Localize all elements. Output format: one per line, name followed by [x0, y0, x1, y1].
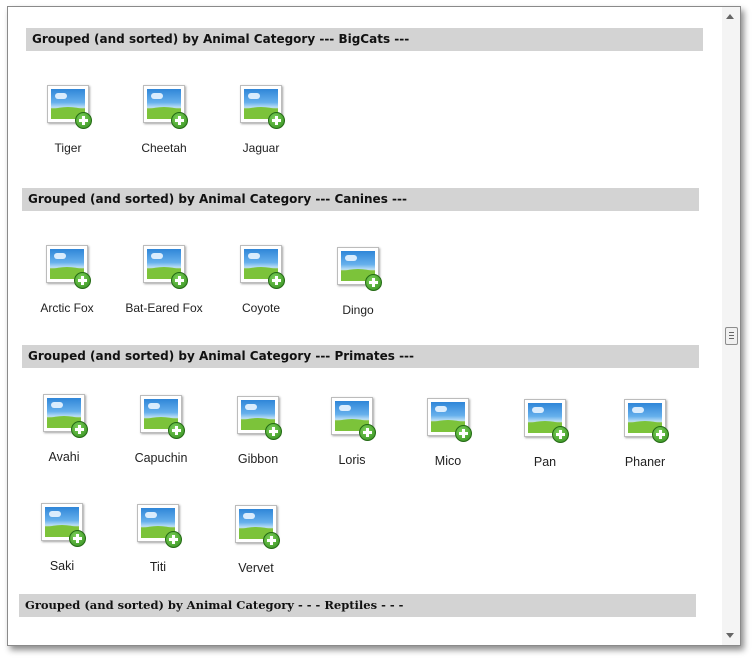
- group-header-reptiles: Grouped (and sorted) by Animal Category …: [19, 594, 696, 617]
- list-item[interactable]: Dingo: [318, 247, 398, 317]
- image-add-icon: [331, 397, 376, 441]
- image-add-icon: [47, 85, 92, 129]
- list-item[interactable]: Gibbon: [218, 396, 298, 466]
- list-item[interactable]: Capuchin: [121, 395, 201, 465]
- group-header-canines: Grouped (and sorted) by Animal Category …: [22, 188, 699, 211]
- scroll-down-icon[interactable]: [726, 633, 734, 638]
- image-add-icon: [240, 85, 285, 129]
- item-label: Avahi: [48, 450, 80, 464]
- image-add-icon: [427, 398, 472, 442]
- image-add-icon: [46, 245, 91, 289]
- list-item[interactable]: Mico: [408, 398, 488, 468]
- item-label: Arctic Fox: [40, 301, 94, 315]
- image-add-icon: [237, 396, 282, 440]
- item-label: Saki: [49, 559, 75, 573]
- list-item[interactable]: Saki: [22, 503, 102, 573]
- item-label: Jaguar: [242, 141, 280, 155]
- list-item[interactable]: Avahi: [24, 394, 104, 464]
- image-add-icon: [140, 395, 185, 439]
- image-add-icon: [41, 503, 86, 547]
- image-add-icon: [43, 394, 88, 438]
- item-label: Dingo: [342, 303, 374, 317]
- list-item[interactable]: Titi: [118, 504, 198, 574]
- image-add-icon: [240, 245, 285, 289]
- image-add-icon: [143, 245, 188, 289]
- list-item[interactable]: Loris: [312, 397, 392, 467]
- image-add-icon: [235, 505, 280, 549]
- scrollbar-thumb[interactable]: [725, 327, 738, 345]
- image-add-icon: [337, 247, 382, 291]
- list-item[interactable]: Vervet: [216, 505, 296, 575]
- vertical-scrollbar[interactable]: [722, 7, 740, 645]
- item-label: Gibbon: [237, 452, 279, 466]
- item-label: Capuchin: [134, 451, 188, 465]
- image-add-icon: [524, 399, 569, 443]
- item-label: Phaner: [624, 455, 666, 469]
- item-label: Mico: [434, 454, 462, 468]
- item-label: Pan: [533, 455, 557, 469]
- list-item[interactable]: Pan: [505, 399, 585, 469]
- list-view-window: Grouped (and sorted) by Animal Category …: [7, 6, 741, 646]
- item-label: Tiger: [54, 141, 82, 155]
- item-label: Coyote: [241, 301, 281, 315]
- item-label: Loris: [338, 453, 366, 467]
- list-item[interactable]: Jaguar: [221, 85, 301, 155]
- item-label: Cheetah: [141, 141, 187, 155]
- scroll-up-icon[interactable]: [726, 14, 734, 19]
- list-item[interactable]: Coyote: [221, 245, 301, 315]
- image-add-icon: [624, 399, 669, 443]
- group-header-bigcats: Grouped (and sorted) by Animal Category …: [26, 28, 703, 51]
- item-label: Bat-Eared Fox: [125, 301, 203, 315]
- list-item[interactable]: Bat-Eared Fox: [124, 245, 204, 315]
- group-header-primates: Grouped (and sorted) by Animal Category …: [22, 345, 699, 368]
- item-label: Titi: [149, 560, 167, 574]
- image-add-icon: [143, 85, 188, 129]
- list-item[interactable]: Arctic Fox: [27, 245, 107, 315]
- list-item[interactable]: Phaner: [605, 399, 685, 469]
- image-add-icon: [137, 504, 182, 548]
- list-item[interactable]: Tiger: [28, 85, 108, 155]
- list-item[interactable]: Cheetah: [124, 85, 204, 155]
- item-label: Vervet: [238, 561, 274, 575]
